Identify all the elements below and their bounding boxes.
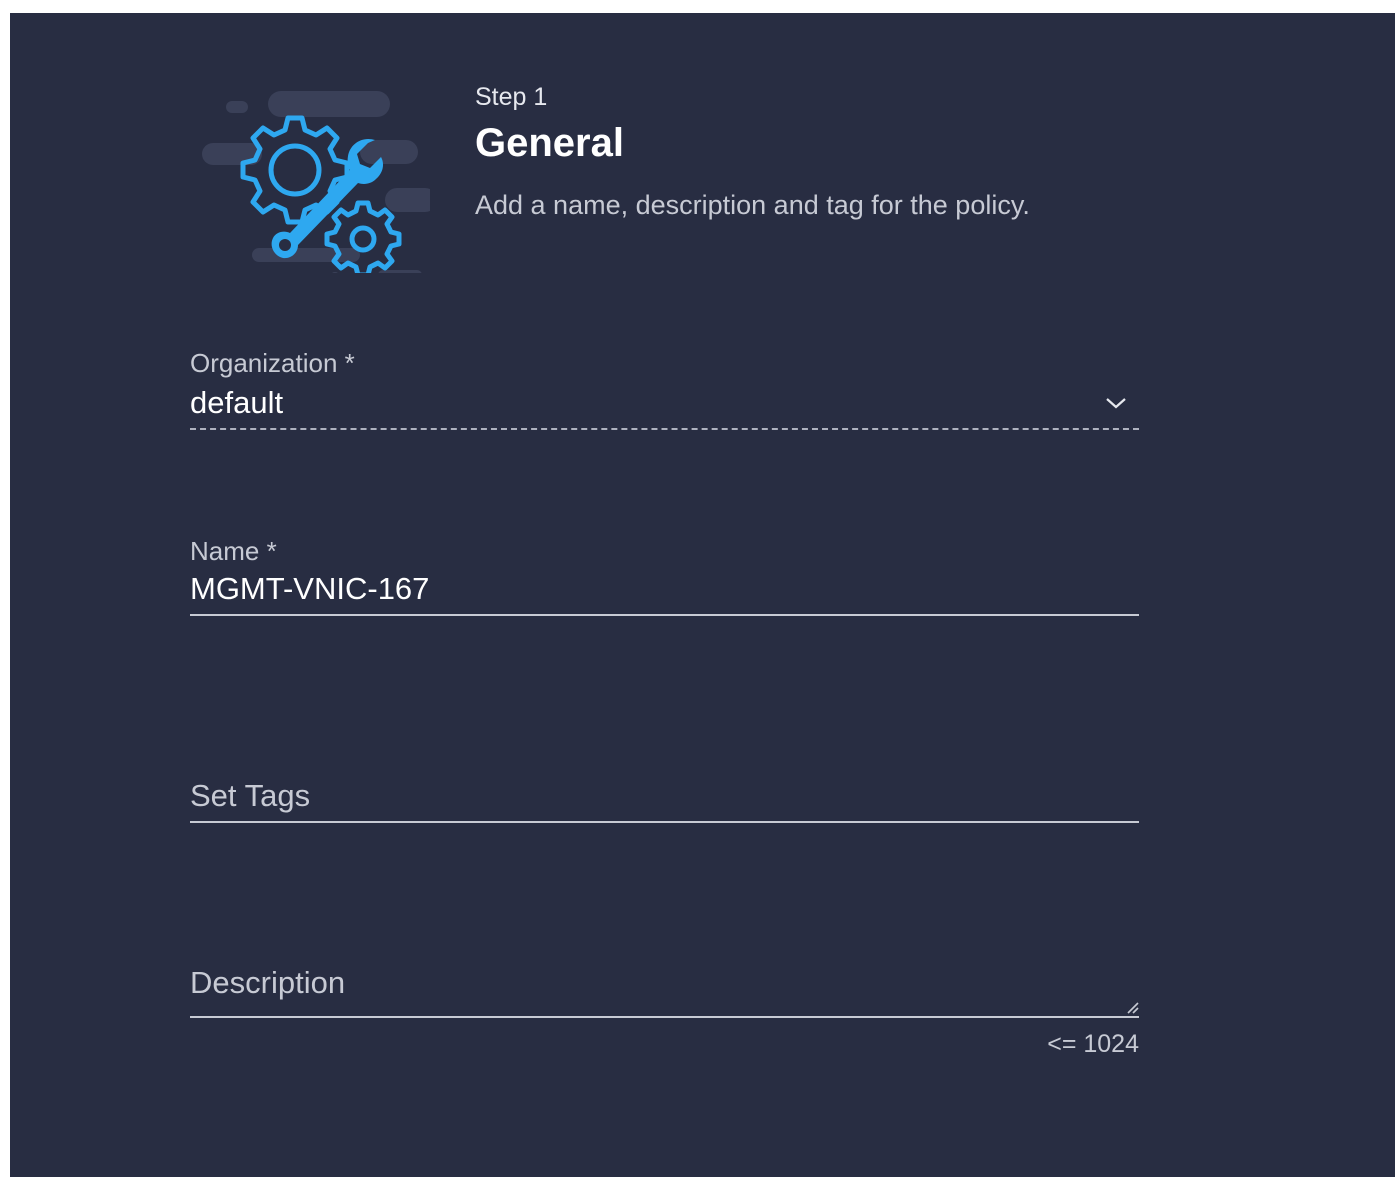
character-limit: <= 1024 [1047,1030,1139,1058]
step-description: Add a name, description and tag for the … [475,190,1030,220]
name-value: MGMT-VNIC-167 [190,571,430,606]
name-input[interactable]: MGMT-VNIC-167 [190,566,1139,616]
description-placeholder: Description [190,965,346,1000]
organization-field: Organization * default [190,348,1139,430]
organization-select[interactable]: default [190,378,1139,430]
name-field: Name * MGMT-VNIC-167 [190,536,1139,616]
organization-label: Organization * [190,348,355,378]
description-textarea[interactable]: Description [190,958,1139,1018]
settings-wrench-gears-icon [202,91,430,273]
page-title: General [475,121,624,165]
policy-general-step-panel: Step 1 General Add a name, description a… [10,13,1395,1177]
resize-handle-icon[interactable] [1125,1000,1139,1014]
set-tags-input[interactable]: Set Tags [190,773,1139,823]
organization-value: default [190,385,284,420]
name-label: Name * [190,536,277,566]
description-field: Description <= 1024 [190,958,1139,1058]
set-tags-placeholder: Set Tags [190,778,311,813]
chevron-down-icon[interactable] [1105,396,1127,410]
tags-field: Set Tags [190,773,1139,823]
step-number: Step 1 [475,83,548,111]
